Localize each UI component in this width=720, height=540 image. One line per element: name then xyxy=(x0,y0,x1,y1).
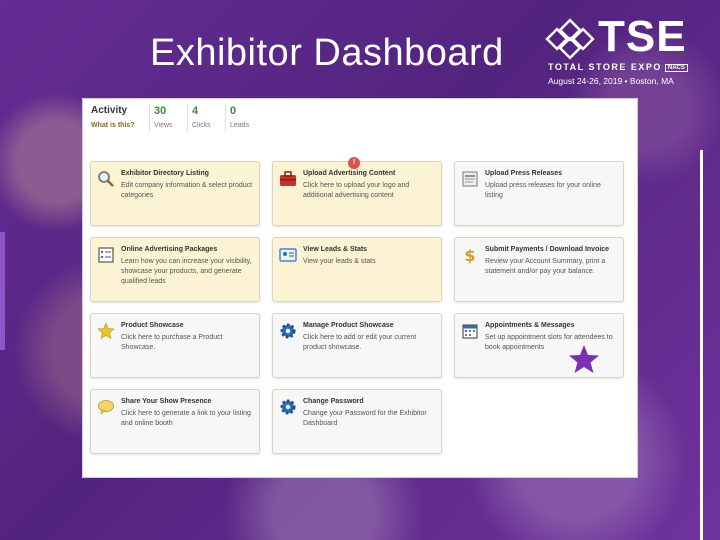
id-card-icon xyxy=(279,248,297,262)
highlight-star-icon xyxy=(569,345,599,373)
card-description: Click here to add or edit your current p… xyxy=(303,334,417,351)
card-title: Product Showcase xyxy=(121,322,184,329)
card-title: Manage Product Showcase xyxy=(303,322,394,329)
star-icon xyxy=(97,322,115,340)
logo-date: August 24-26, 2019 • Boston, MA xyxy=(548,76,674,86)
list-icon xyxy=(98,247,114,263)
document-icon xyxy=(462,171,478,187)
stat-label: Leads xyxy=(230,122,250,129)
alert-badge: ! xyxy=(348,157,360,169)
card-title: Upload Advertising Content xyxy=(303,170,396,177)
speech-bubble-icon xyxy=(98,400,114,415)
stat-label: Clicks xyxy=(192,122,211,129)
card-description: Click here to purchase a Product Showcas… xyxy=(121,334,223,351)
card-description: Edit company information & select produc… xyxy=(121,182,253,199)
card-title: Change Password xyxy=(303,398,364,405)
card-upload-press-releases[interactable]: Upload Press Releases Upload press relea… xyxy=(454,161,624,226)
stat-leads: 0 Leads xyxy=(225,105,261,131)
card-title: View Leads & Stats xyxy=(303,246,368,253)
card-title: Upload Press Releases xyxy=(485,170,563,177)
card-share-your-show-presence[interactable]: Share Your Show Presence Click here to g… xyxy=(90,389,260,454)
card-view-leads-stats[interactable]: View Leads & Stats View your leads & sta… xyxy=(272,237,442,302)
card-description: Review your Account Summary, print a sta… xyxy=(485,258,606,275)
card-title: Online Advertising Packages xyxy=(121,246,218,253)
activity-label: Activity xyxy=(91,105,128,116)
card-product-showcase[interactable]: Product Showcase Click here to purchase … xyxy=(90,313,260,378)
stat-value: 30 xyxy=(154,105,167,117)
card-title: Submit Payments / Download Invoice xyxy=(485,246,610,253)
logo-wordmark: TSE xyxy=(598,12,687,61)
gear-icon xyxy=(280,323,296,339)
right-accent-rule xyxy=(700,150,703,540)
magnifier-icon xyxy=(98,171,114,187)
card-description: View your leads & stats xyxy=(303,258,376,265)
tse-logo: TSE TOTAL STORE EXPO NACS August 24-26, 2… xyxy=(544,12,694,90)
toolbox-icon xyxy=(280,171,296,186)
card-online-advertising-packages[interactable]: Online Advertising Packages Learn how yo… xyxy=(90,237,260,302)
diamond-logo-icon xyxy=(545,18,595,60)
logo-box-text: NACS xyxy=(664,63,688,72)
card-title: Appointments & Messages xyxy=(485,322,575,329)
card-description: Click here to upload your logo and addit… xyxy=(303,182,410,199)
card-description: Learn how you can increase your visibili… xyxy=(121,258,252,285)
dashboard-panel: Activity What is this? 30 Views 4 Clicks… xyxy=(82,98,638,478)
card-upload-advertising-content[interactable]: Upload Advertising Content Click here to… xyxy=(272,161,442,226)
svg-text:$: $ xyxy=(464,246,475,264)
stat-value: 0 xyxy=(230,105,237,117)
activity-bar: Activity What is this? 30 Views 4 Clicks… xyxy=(91,105,261,133)
logo-sub-text: TOTAL STORE EXPO xyxy=(548,62,662,72)
card-description: Upload press releases for your online li… xyxy=(485,182,601,199)
card-description: Change your Password for the Exhibitor D… xyxy=(303,410,427,427)
slide-title: Exhibitor Dashboard xyxy=(150,32,504,74)
stat-value: 4 xyxy=(192,105,199,117)
card-submit-payments[interactable]: $ Submit Payments / Download Invoice Rev… xyxy=(454,237,624,302)
left-accent-bar xyxy=(0,232,5,350)
calendar-icon xyxy=(462,324,478,339)
card-manage-product-showcase[interactable]: Manage Product Showcase Click here to ad… xyxy=(272,313,442,378)
activity-label-block: Activity What is this? xyxy=(91,105,147,129)
stat-clicks: 4 Clicks xyxy=(187,105,223,131)
what-is-this-link[interactable]: What is this? xyxy=(91,122,147,129)
card-exhibitor-directory-listing[interactable]: Exhibitor Directory Listing Edit company… xyxy=(90,161,260,226)
card-title: Share Your Show Presence xyxy=(121,398,212,405)
logo-subtitle: TOTAL STORE EXPO NACS xyxy=(548,62,688,72)
gear-icon xyxy=(280,399,296,415)
stat-label: Views xyxy=(154,122,173,129)
dollar-icon: $ xyxy=(464,246,475,264)
stat-views: 30 Views xyxy=(149,105,185,131)
card-change-password[interactable]: Change Password Change your Password for… xyxy=(272,389,442,454)
card-description: Click here to generate a link to your li… xyxy=(121,410,251,427)
card-title: Exhibitor Directory Listing xyxy=(121,170,209,177)
